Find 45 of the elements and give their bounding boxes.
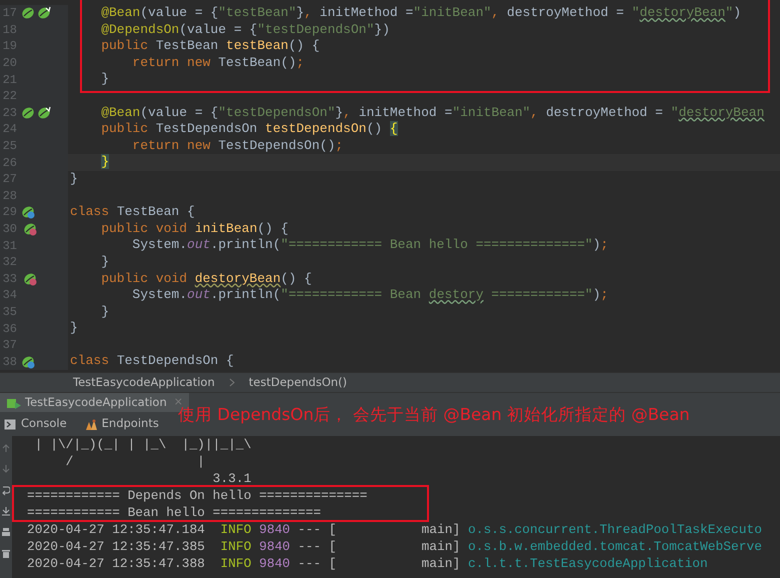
trash-icon[interactable] [2,549,10,559]
bean-check-icon[interactable] [37,106,51,120]
console-line: | |\/|_)(_| | |_\ |_)||_|_\ [34,436,252,453]
terminal-icon [4,418,17,430]
console-line: 2020-04-27 12:35:47.184 INFO 9840 --- [ main] o.s.s.concurrent.ThreadPoolTaskExecuto [27,521,763,538]
code-line: @Bean(value = {"testDependsOn"}, initMethod ="initBean", destroyMethod = "destoryBean [100,104,764,122]
console-line: 3.3.1 [212,470,252,487]
scroll-end-icon[interactable] [2,507,10,517]
cone-icon [84,418,98,430]
code-line: } [100,254,110,270]
code-line: System.out.println("============ Bean hello =============="); [131,237,608,254]
code-line: public void destoryBean() { [100,270,312,288]
code-line: class TestDependsOn { [69,353,234,370]
code-line: } [69,170,78,188]
console-tab[interactable]: Console [0,415,71,433]
code-line: public TestDependsOn testDependsOn() { [100,121,398,138]
breadcrumb-item[interactable]: testDependsOn() [248,374,348,392]
console-tab[interactable]: Endpoints [80,415,163,433]
code-line: return new TestDependsOn(); [131,138,344,154]
console-line: ============ Depends On hello ============== [27,487,368,504]
wrap-icon[interactable] [2,486,10,496]
code-line: } [100,304,110,320]
bean-class-icon[interactable] [21,205,35,220]
console-line: ============ Bean hello ============== [27,504,322,521]
bean-check-icon[interactable] [37,6,51,20]
code-line: public TestBean testBean() { [100,38,320,55]
code-line: } [69,320,78,337]
code-line: System.out.println("============ Bean destory ============"); [131,287,608,304]
bean-class-icon[interactable] [21,354,35,369]
bean-method-icon[interactable] [23,222,37,236]
console-line: / | [64,453,206,470]
code-line: public void initBean() { [100,220,288,238]
print-icon[interactable] [2,528,10,538]
code-line: @DependsOn(value = {"testDependsOn"}) [100,22,390,38]
chevron-icon [228,378,235,387]
console-line: 2020-04-27 12:35:47.388 INFO 9840 --- [ main] c.l.t.t.TestEasycodeApplication [27,555,709,572]
code-line: } [100,71,110,88]
console-line: 2020-04-27 12:35:47.385 INFO 9840 --- [ main] o.s.b.w.embedded.tomcat.TomcatWebServe [27,538,763,555]
code-line: @Bean(value = {"testBean"}, initMethod ="initBean", destroyMethod = "destoryBean") [100,5,742,22]
bean-icon[interactable] [21,106,35,120]
bean-method-icon[interactable] [23,272,37,286]
code-line: return new TestBean(); [131,54,304,72]
code-line: class TestBean { [69,204,195,221]
breadcrumb-item[interactable]: TestEasycodeApplication [73,374,215,392]
bean-icon[interactable] [21,6,35,20]
